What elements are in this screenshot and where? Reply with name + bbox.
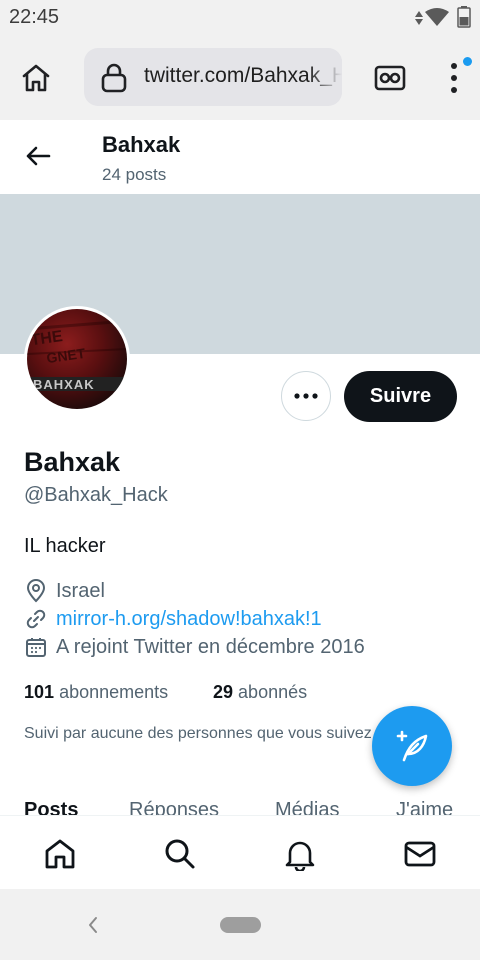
followed-by-text: Suivi par aucune des personnes que vous … bbox=[24, 725, 372, 742]
svg-text:THE: THE bbox=[30, 328, 64, 349]
website-link[interactable]: mirror-h.org/shadow!bahxak!1 bbox=[56, 608, 322, 631]
system-back-icon[interactable] bbox=[86, 915, 100, 935]
search-icon bbox=[165, 839, 195, 869]
location-row: Israel bbox=[24, 577, 105, 605]
joined-row: A rejoint Twitter en décembre 2016 bbox=[24, 633, 365, 661]
link-icon bbox=[26, 609, 46, 629]
compose-post-button[interactable] bbox=[372, 706, 452, 786]
battery-icon bbox=[457, 6, 471, 28]
bio: IL hacker bbox=[24, 535, 106, 557]
following-stat[interactable]: 101 abonnements bbox=[24, 682, 168, 703]
incognito-icon[interactable] bbox=[370, 58, 410, 98]
display-name: Bahxak bbox=[24, 447, 121, 477]
joined-text: A rejoint Twitter en décembre 2016 bbox=[56, 635, 365, 658]
home-icon bbox=[45, 839, 75, 869]
svg-text:GNET: GNET bbox=[45, 345, 86, 366]
wifi-icon bbox=[425, 8, 449, 26]
bottom-nav bbox=[0, 815, 480, 890]
more-options-button[interactable] bbox=[281, 371, 331, 421]
following-count: 101 bbox=[24, 682, 55, 702]
more-horizontal-icon bbox=[294, 393, 318, 399]
compose-feather-icon bbox=[396, 730, 428, 762]
header-post-count: 24 posts bbox=[102, 165, 167, 184]
bell-icon bbox=[285, 841, 315, 871]
nav-messages[interactable] bbox=[400, 834, 440, 874]
svg-text:BAHXAK: BAHXAK bbox=[33, 377, 95, 392]
home-icon[interactable] bbox=[16, 58, 56, 98]
url-fade bbox=[308, 48, 342, 106]
followers-count: 29 bbox=[213, 682, 234, 702]
browser-toolbar: twitter.com/Bahxak_Hack bbox=[0, 38, 480, 120]
location-pin-icon bbox=[26, 579, 46, 603]
lock-icon bbox=[101, 63, 127, 93]
user-handle: @Bahxak_Hack bbox=[24, 484, 168, 506]
followers-label: abonnés bbox=[238, 682, 308, 702]
calendar-icon bbox=[26, 638, 46, 657]
avatar-image: THE GNET BAHXAK bbox=[27, 309, 127, 409]
follow-button[interactable]: Suivre bbox=[344, 371, 457, 422]
back-arrow-icon[interactable] bbox=[18, 136, 58, 176]
update-dot bbox=[463, 57, 472, 66]
header-name: Bahxak bbox=[102, 132, 181, 157]
profile-header-bar: Bahxak 24 posts bbox=[0, 120, 480, 194]
avatar[interactable]: THE GNET BAHXAK bbox=[24, 306, 130, 412]
following-label: abonnements bbox=[59, 682, 169, 702]
mail-icon bbox=[404, 841, 436, 867]
system-nav-bar bbox=[0, 889, 480, 960]
nav-search[interactable] bbox=[160, 834, 200, 874]
nav-notifications[interactable] bbox=[280, 834, 320, 874]
location-text: Israel bbox=[56, 579, 105, 602]
system-home-pill[interactable] bbox=[220, 917, 261, 933]
status-bar: 22:45 bbox=[0, 0, 480, 38]
url-bar[interactable]: twitter.com/Bahxak_Hack bbox=[84, 48, 342, 106]
followers-stat[interactable]: 29 abonnés bbox=[213, 682, 307, 703]
website-row: mirror-h.org/shadow!bahxak!1 bbox=[24, 605, 322, 633]
status-time: 22:45 bbox=[9, 6, 60, 28]
nav-home[interactable] bbox=[40, 834, 80, 874]
